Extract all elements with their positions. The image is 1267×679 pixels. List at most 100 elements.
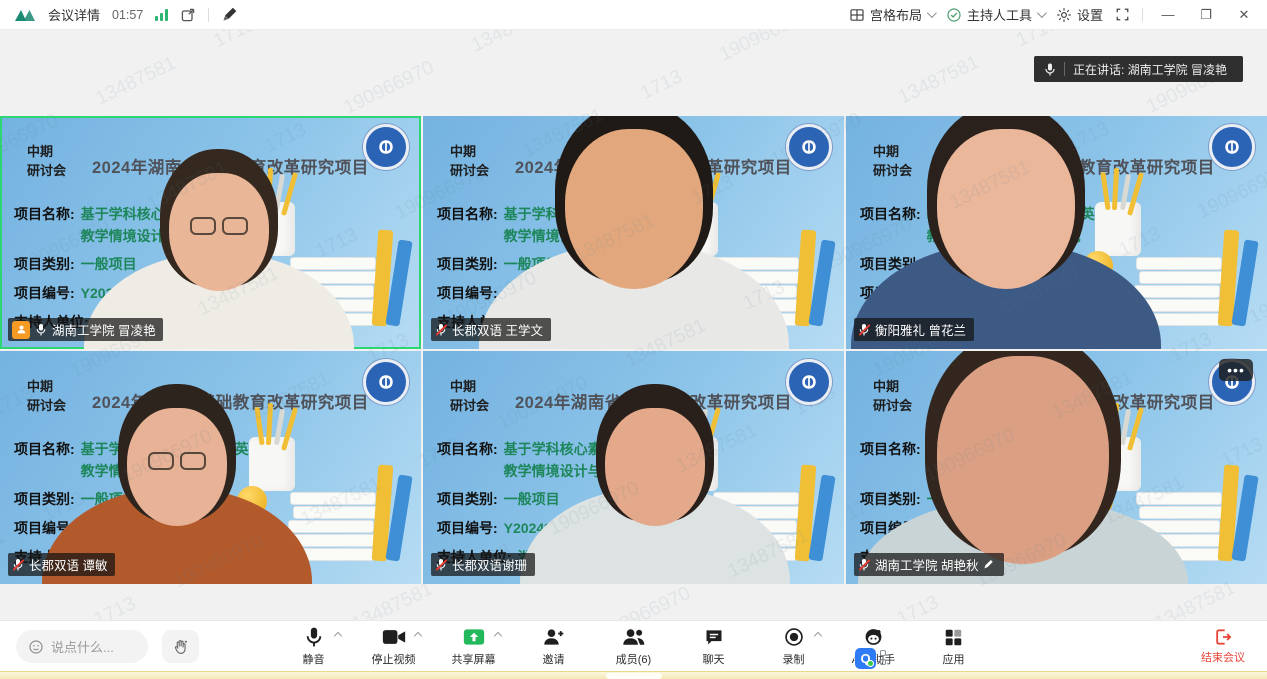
toolbar-button-camera[interactable]: 停止视频 [366,625,422,667]
chat-input-placeholder: 说点什么... [51,637,114,656]
toolbar-button-mic[interactable]: 静音 [286,625,342,667]
fullscreen-icon[interactable] [1115,7,1130,22]
toolbar-button-label: 聊天 [703,651,725,667]
grid-layout-icon [849,7,865,23]
app-logo-icon [14,7,36,23]
books-art [1134,216,1254,326]
meeting-timer: 01:57 [112,8,143,22]
close-button[interactable]: ✕ [1231,4,1257,26]
participant-name-tag: 湖南工学院 胡艳秋 [854,553,1004,576]
restore-button[interactable]: ❐ [1193,4,1219,26]
field-label: 项目类别: [14,489,75,511]
toolbar-button-chat[interactable]: 聊天 [686,625,742,667]
floating-q-assistant-icon[interactable]: Q [855,648,876,669]
mic-status-icon [35,323,47,337]
share-screen-icon [463,625,485,649]
record-icon [784,625,804,649]
host-tools-menu[interactable]: 主持人工具 [946,5,1044,24]
annotation-pen-icon[interactable] [221,6,238,23]
chevron-down-icon [1037,8,1047,18]
chat-quick-input[interactable]: 说点什么... [16,630,148,663]
mic-status-icon [435,558,447,572]
field-label: 项目名称: [860,439,921,482]
title-bar: 会议详情 01:57 宫格布局 主持人工具 [0,0,1267,30]
settings-button[interactable]: 设置 [1056,5,1103,24]
settings-label: 设置 [1077,5,1103,24]
field-label: 项目编号: [437,518,498,540]
toolbar-button-record[interactable]: 录制 [766,625,822,667]
chevron-up-icon[interactable] [813,632,821,640]
share-window-icon[interactable] [180,7,196,23]
slide-phase-text: 中期 研讨会 [450,143,489,181]
annotating-pen-icon [983,559,996,570]
mic-status-icon [858,558,870,572]
university-logo [363,359,409,405]
mic-status-icon [858,323,870,337]
participant-tile[interactable]: 中期 研讨会 2024年湖南省基础教育改革研究项目 项目名称:基于学科核心素养的… [0,116,421,349]
mic-icon [1044,62,1056,77]
participant-tile[interactable]: 中期 研讨会 2024年湖南省基础教育改革研究项目 项目名称:基于学科核心素养的… [0,351,421,584]
university-logo [786,124,832,170]
chevron-up-icon[interactable] [413,632,421,640]
participant-name-tag: 长郡双语谢珊 [431,553,535,576]
toolbar-button-invite[interactable]: 邀请 [526,625,582,667]
ai-assistant-icon [863,625,884,649]
participant-tile[interactable]: 中期 研讨会 2024年湖南省基础教育改革研究项目 项目名称:基于学科核心素养的… [846,116,1267,349]
glasses [148,452,206,470]
speaking-toast: 正在讲话: 湖南工学院 冒凌艳 [1034,56,1243,82]
field-label: 项目编号: [14,283,75,305]
speaking-label: 正在讲话: [1073,63,1124,77]
chevron-up-icon[interactable] [333,632,341,640]
participant-name-tag: 长郡双语 王学文 [431,318,551,341]
toolbar-button-label: 静音 [303,651,325,667]
toolbar-button-apps[interactable]: 应用 [926,625,982,667]
floating-q-handle[interactable] [880,650,886,665]
field-label: 项目类别: [14,254,75,276]
university-logo [1209,124,1255,170]
toolbar-button-label: 共享屏幕 [452,651,496,667]
toolbar-button-members[interactable]: 成员(6) [606,625,662,667]
books-art [288,451,408,561]
mic-icon [304,625,324,649]
members-icon [622,625,646,649]
meeting-details-link[interactable]: 会议详情 [48,5,100,24]
bottom-toolbar: 说点什么... 静音停止视频共享屏幕邀请成员(6)聊天录制AI小助手应用 结束会… [0,620,1267,671]
toolbar-button-share-screen[interactable]: 共享屏幕 [446,625,502,667]
participant-name-tag: 衡阳雅礼 曾花兰 [854,318,974,341]
toolbar-button-label: 应用 [943,651,965,667]
participant-tile[interactable]: 中期 研讨会 2024年湖南省基础教育改革研究项目 项目名称:基于学科核心素养的… [423,351,844,584]
network-signal-icon[interactable] [155,9,168,21]
invite-icon [543,625,565,649]
participant-name: 衡阳雅礼 曾花兰 [875,320,966,339]
tile-more-button[interactable]: ••• [1219,359,1253,381]
end-meeting-icon [1213,627,1233,647]
grid-layout-menu[interactable]: 宫格布局 [849,5,934,24]
slide-phase-text: 中期 研讨会 [27,378,66,416]
shield-check-icon [946,7,962,23]
glasses [190,217,248,235]
apps-icon [944,625,963,649]
end-meeting-label: 结束会议 [1201,649,1245,665]
field-label: 项目名称: [437,439,498,482]
field-value: 一般项目 [81,254,137,276]
participant-name: 湖南工学院 冒凌艳 [52,320,155,339]
raise-hand-button[interactable] [162,630,199,663]
toolbar-button-label: 录制 [783,651,805,667]
participant-tile[interactable]: 中期 研讨会 2024年湖南省基础教育改革研究项目 项目名称:基于学科核心素养的… [423,116,844,349]
speaking-name: 湖南工学院 冒凌艳 [1128,63,1227,77]
field-label: 项目编号: [437,283,498,305]
field-label: 项目名称: [14,439,75,482]
participant-tile[interactable]: 中期 研讨会 2024年湖南省基础教育改革研究项目 项目名称:基于学科核心素养的… [846,351,1267,584]
minimize-button[interactable]: — [1155,4,1181,26]
bottom-edge-banner[interactable] [0,671,1267,679]
field-value: 一般项目 [504,489,560,511]
chevron-up-icon[interactable] [493,632,501,640]
end-meeting-button[interactable]: 结束会议 [1201,627,1245,665]
slide-phase-text: 中期 研讨会 [873,378,912,416]
slide-phase-text: 中期 研讨会 [450,378,489,416]
toolbar-button-label: 成员(6) [616,651,651,667]
participant-name: 湖南工学院 胡艳秋 [875,555,978,574]
participant-name: 长郡双语谢珊 [452,555,527,574]
participant-name-tag: 湖南工学院 冒凌艳 [8,318,163,341]
mic-status-icon [12,558,24,572]
